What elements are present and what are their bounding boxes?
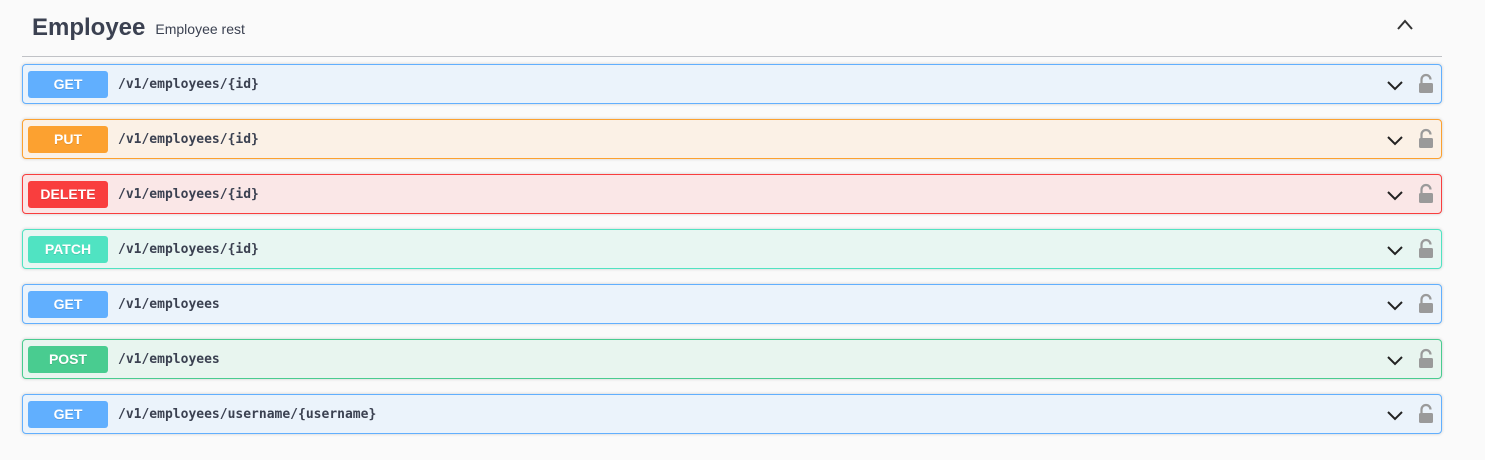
- operation-delete-employee-by-id[interactable]: DELETE /v1/employees/{id}: [22, 174, 1442, 214]
- method-badge: GET: [28, 70, 108, 98]
- operation-path: /v1/employees/username/{username}: [118, 406, 377, 422]
- operation-path: /v1/employees/{id}: [118, 186, 259, 202]
- operation-get-employee-by-username[interactable]: GET /v1/employees/username/{username}: [22, 394, 1442, 434]
- tag-description: Employee rest: [155, 21, 245, 37]
- lock-icon[interactable]: [1417, 293, 1435, 315]
- tag-title: Employee: [32, 14, 146, 41]
- operation-path: /v1/employees/{id}: [118, 241, 259, 257]
- method-badge: GET: [28, 400, 108, 428]
- method-badge: PUT: [28, 125, 108, 153]
- operation-path: /v1/employees/{id}: [118, 76, 259, 92]
- method-badge: PATCH: [28, 235, 108, 263]
- lock-icon[interactable]: [1417, 238, 1435, 260]
- operation-post-employees[interactable]: POST /v1/employees: [22, 339, 1442, 379]
- chevron-down-icon[interactable]: [1385, 350, 1405, 370]
- chevron-down-icon[interactable]: [1385, 75, 1405, 95]
- chevron-down-icon[interactable]: [1385, 185, 1405, 205]
- chevron-down-icon[interactable]: [1385, 295, 1405, 315]
- lock-icon[interactable]: [1417, 128, 1435, 150]
- operation-get-employee-by-id[interactable]: GET /v1/employees/{id}: [22, 64, 1442, 104]
- tag-header[interactable]: Employee Employee rest: [22, 0, 1442, 57]
- chevron-up-icon[interactable]: [1392, 12, 1418, 38]
- method-badge: POST: [28, 345, 108, 373]
- operation-put-employee-by-id[interactable]: PUT /v1/employees/{id}: [22, 119, 1442, 159]
- method-badge: GET: [28, 290, 108, 318]
- lock-icon[interactable]: [1417, 73, 1435, 95]
- operation-path: /v1/employees/{id}: [118, 131, 259, 147]
- tag-section-employee: Employee Employee rest GET /v1/employees…: [22, 0, 1442, 434]
- chevron-down-icon[interactable]: [1385, 240, 1405, 260]
- method-badge: DELETE: [28, 180, 108, 208]
- lock-icon[interactable]: [1417, 403, 1435, 425]
- operation-path: /v1/employees: [118, 296, 220, 312]
- operation-get-employees[interactable]: GET /v1/employees: [22, 284, 1442, 324]
- lock-icon[interactable]: [1417, 183, 1435, 205]
- operation-patch-employee-by-id[interactable]: PATCH /v1/employees/{id}: [22, 229, 1442, 269]
- chevron-down-icon[interactable]: [1385, 405, 1405, 425]
- operation-path: /v1/employees: [118, 351, 220, 367]
- chevron-down-icon[interactable]: [1385, 130, 1405, 150]
- lock-icon[interactable]: [1417, 348, 1435, 370]
